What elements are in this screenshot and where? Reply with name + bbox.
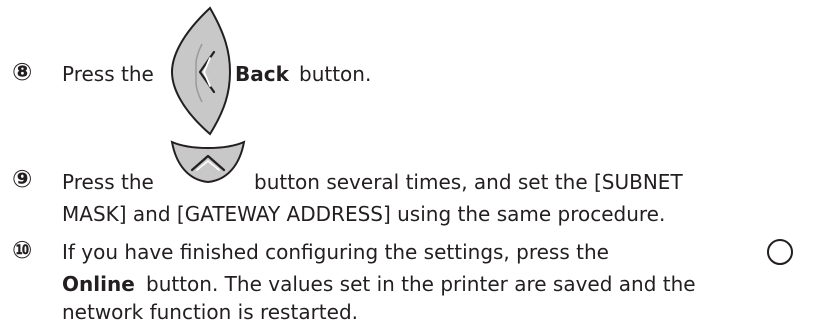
step-text: If you have finished configuring the set… xyxy=(62,240,609,264)
back-label: Back xyxy=(235,62,289,86)
step-text: Press the xyxy=(62,170,154,194)
step-text-line2: button. The values set in the printer ar… xyxy=(146,272,696,296)
step-text: button. xyxy=(299,62,372,86)
step-text-line2: MASK] and [GATEWAY ADDRESS] using the sa… xyxy=(62,202,666,226)
up-arrow-button-icon xyxy=(170,140,246,184)
step-text-line3: network function is restarted. xyxy=(62,300,358,324)
step-text: button several times, and set the [SUBNE… xyxy=(254,170,683,194)
step-number: ⑨ xyxy=(12,165,33,193)
step-number: ⑧ xyxy=(12,58,33,86)
instruction-page: ⑧ Press the Back button. ⑨ Press the but… xyxy=(0,0,835,324)
online-button-icon xyxy=(767,239,793,265)
online-label: Online xyxy=(62,272,135,296)
back-button-icon xyxy=(170,6,232,136)
step-text: Press the xyxy=(62,62,154,86)
step-number: ⑩ xyxy=(12,236,33,264)
